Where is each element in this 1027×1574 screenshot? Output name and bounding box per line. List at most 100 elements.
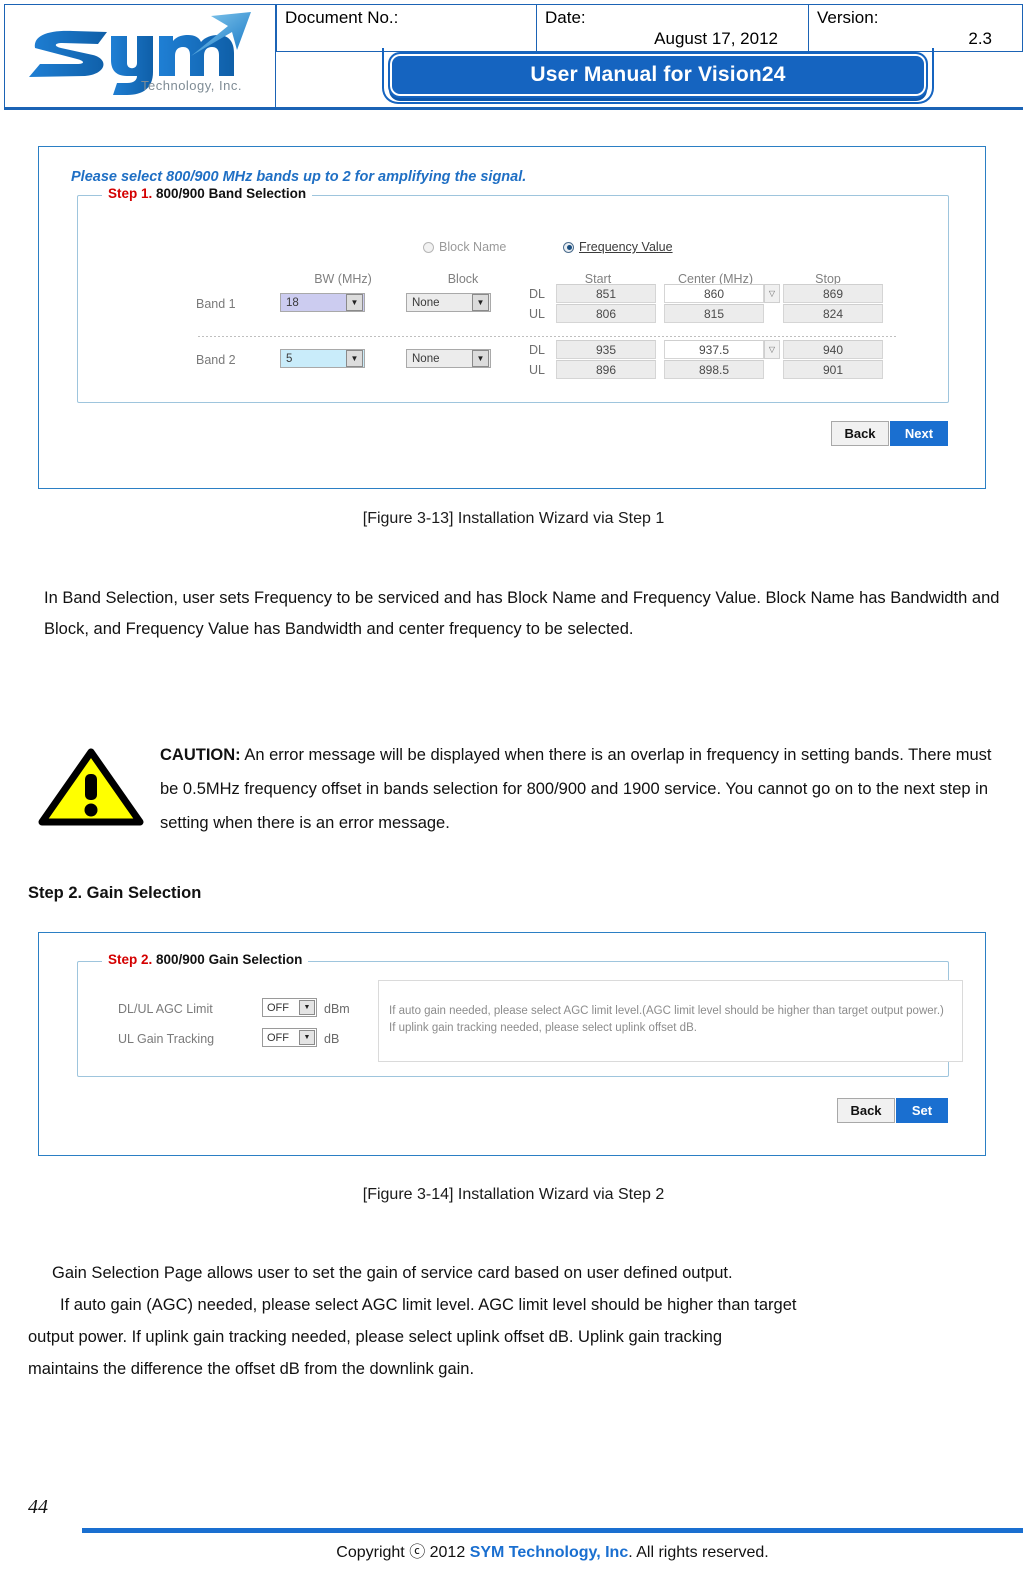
band1-bw-select[interactable]: 18 ▼ [280, 293, 365, 312]
ul-gain-tracking-value: OFF [267, 1031, 289, 1044]
header-bottom-rule [4, 107, 1023, 110]
step2-legend-rest: 800/900 Gain Selection [152, 952, 303, 967]
sym-logo: Technology, Inc. [15, 10, 265, 102]
band1-block-value: None [412, 296, 440, 309]
company-logo-cell: Technology, Inc. [4, 4, 276, 108]
paragraph-gain-selection-2: If auto gain (AGC) needed, please select… [52, 1290, 1007, 1321]
copyright-prefix: Copyright ⓒ 2012 [336, 1544, 470, 1561]
band2-dl-stop[interactable]: 940 [783, 340, 883, 359]
step1-next-button[interactable]: Next [890, 421, 948, 446]
step2-back-button[interactable]: Back [837, 1098, 895, 1123]
heading-step2-gain-selection: Step 2. Gain Selection [28, 884, 202, 902]
band2-ul-start: 896 [556, 360, 656, 379]
caution-label: CAUTION: [160, 746, 241, 764]
band2-block-value: None [412, 352, 440, 365]
footer-copyright: Copyright ⓒ 2012 SYM Technology, Inc. Al… [82, 1538, 1023, 1562]
paragraph-gain-line2: If auto gain (AGC) needed, please select… [60, 1296, 797, 1314]
caution-body: An error message will be displayed when … [160, 746, 992, 832]
gain-info-box: If auto gain needed, please select AGC l… [378, 980, 963, 1062]
step1-fieldset: Step 1. 800/900 Band Selection Block Nam… [77, 186, 949, 403]
page-number: 44 [28, 1496, 48, 1518]
radio-frequency-value[interactable]: Frequency Value [563, 240, 673, 254]
band2-dl-tag: DL [529, 343, 545, 357]
band1-dl-center-spinner-icon[interactable]: ▽ [764, 284, 780, 303]
chevron-down-icon[interactable]: ▼ [299, 1000, 315, 1015]
radio-block-name-label: Block Name [439, 240, 507, 254]
figure2-caption: [Figure 3-14] Installation Wizard via St… [362, 1186, 665, 1203]
gain-info-line-2: If uplink gain tracking needed, please s… [389, 1022, 697, 1034]
band2-dl-start[interactable]: 935 [556, 340, 656, 359]
paragraph-band-selection-line1: In Band Selection, user sets Frequency t… [44, 589, 806, 607]
step2-legend: Step 2. 800/900 Gain Selection [102, 952, 309, 967]
chevron-down-icon[interactable]: ▼ [299, 1030, 315, 1045]
paragraph-gain-selection-4: maintains the difference the offset dB f… [28, 1354, 1008, 1385]
page-header: Technology, Inc. Document No.: Date: Aug… [0, 0, 1027, 112]
step2-fieldset: Step 2. 800/900 Gain Selection DL/UL AGC… [77, 952, 963, 1077]
radio-block-name[interactable]: Block Name [423, 240, 506, 254]
band2-bw-value: 5 [286, 352, 293, 365]
paragraph-gain-selection-1: Gain Selection Page allows user to set t… [52, 1258, 1007, 1289]
date-value: August 17, 2012 [654, 29, 778, 48]
band1-block-select[interactable]: None ▼ [406, 293, 491, 312]
title-banner-text: User Manual for Vision24 [530, 63, 786, 86]
band1-ul-stop: 824 [783, 304, 883, 323]
paragraph-band-selection: In Band Selection, user sets Frequency t… [44, 583, 1004, 645]
radio-unselected-icon [423, 241, 434, 253]
version-value: 2.3 [968, 29, 992, 48]
ul-gain-tracking-label: UL Gain Tracking [118, 1032, 215, 1046]
step2-set-button[interactable]: Set [896, 1098, 948, 1123]
band1-dl-tag: DL [529, 287, 545, 301]
step1-legend-rest: 800/900 Band Selection [152, 186, 307, 201]
band1-dl-center[interactable]: 860 [664, 284, 764, 303]
version-label: Version: [817, 8, 879, 27]
step1-legend-step: Step 1. [108, 186, 153, 201]
document-info-table: Document No.: Date: August 17, 2012 Vers… [276, 4, 1023, 52]
copyright-brand: SYM Technology, Inc [469, 1544, 629, 1561]
band-row-divider [198, 336, 898, 337]
band2-bw-select[interactable]: 5 ▼ [280, 349, 365, 368]
caution-warning-icon [38, 748, 144, 826]
band1-label: Band 1 [196, 297, 236, 311]
band2-dl-center-spinner-icon[interactable]: ▽ [764, 340, 780, 359]
paragraph-gain-line1: Gain Selection Page allows user to set t… [52, 1264, 733, 1282]
step1-back-button[interactable]: Back [831, 421, 889, 446]
agc-limit-select[interactable]: OFF ▼ [262, 998, 317, 1017]
copyright-suffix: . All rights reserved. [628, 1544, 769, 1561]
agc-limit-label: DL/UL AGC Limit [118, 1002, 213, 1016]
band2-ul-tag: UL [529, 363, 545, 377]
figure1-caption: [Figure 3-13] Installation Wizard via St… [362, 510, 665, 527]
step1-legend: Step 1. 800/900 Band Selection [102, 186, 313, 201]
sym-logo-icon: Technology, Inc. [29, 12, 251, 95]
band1-ul-tag: UL [529, 307, 545, 321]
caution-note: CAUTION: An error message will be displa… [160, 738, 1000, 840]
band1-ul-start: 806 [556, 304, 656, 323]
band2-block-select[interactable]: None ▼ [406, 349, 491, 368]
band2-ul-center: 898.5 [664, 360, 764, 379]
date-cell: Date: August 17, 2012 [536, 4, 808, 52]
figure-step2-gain-selection: Step 2. 800/900 Gain Selection DL/UL AGC… [38, 932, 986, 1156]
band2-label: Band 2 [196, 353, 236, 367]
paragraph-band-selection-line3: selected. [567, 620, 634, 638]
step2-legend-step: Step 2. [108, 952, 153, 967]
chevron-down-icon[interactable]: ▼ [346, 350, 363, 367]
radio-selected-icon [563, 241, 574, 253]
band1-dl-stop[interactable]: 869 [783, 284, 883, 303]
document-no-label: Document No.: [285, 8, 399, 27]
paragraph-gain-line4: maintains the difference the offset dB f… [28, 1360, 475, 1378]
chevron-down-icon[interactable]: ▼ [472, 350, 489, 367]
date-label: Date: [545, 8, 586, 27]
column-header-block: Block [447, 272, 479, 286]
band1-bw-value: 18 [286, 296, 299, 309]
band2-dl-center[interactable]: 937.5 [664, 340, 764, 359]
band1-dl-start[interactable]: 851 [556, 284, 656, 303]
svg-text:Technology, Inc.: Technology, Inc. [141, 78, 242, 93]
chevron-down-icon[interactable]: ▼ [472, 294, 489, 311]
warning-triangle-icon [38, 748, 144, 826]
title-banner: User Manual for Vision24 [388, 52, 928, 98]
radio-frequency-value-label: Frequency Value [579, 240, 673, 254]
ul-gain-tracking-unit: dB [324, 1032, 340, 1046]
column-header-bw: BW (MHz) [314, 272, 372, 286]
agc-limit-value: OFF [267, 1001, 289, 1014]
chevron-down-icon[interactable]: ▼ [346, 294, 363, 311]
ul-gain-tracking-select[interactable]: OFF ▼ [262, 1028, 317, 1047]
